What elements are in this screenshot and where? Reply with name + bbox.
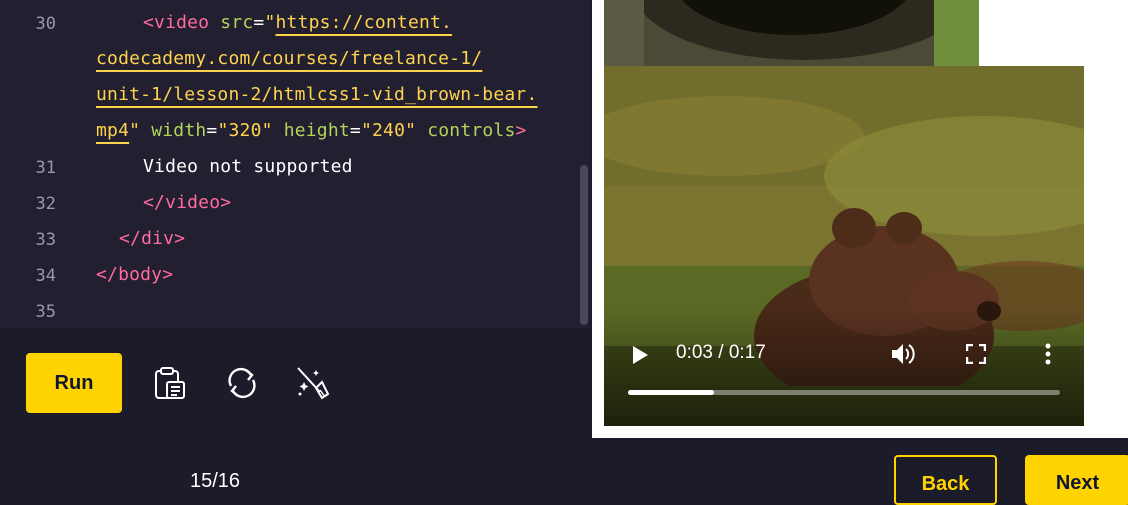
line-number: 34 [35,266,56,286]
code-line-30-b: codecademy.com/courses/freelance-1/ [96,48,482,69]
url-segment-2[interactable]: codecademy.com/courses/freelance-1/ [96,48,482,69]
video-time: 0:03 / 0:17 [676,342,766,363]
code-line-30-d: mp4" width="320" height="240" controls> [96,120,527,141]
line-number: 33 [35,230,56,250]
tag-close-bracket: > [515,120,527,141]
line-number: 32 [35,194,56,214]
browser-preview: 0:03 / 0:17 [592,0,1128,438]
next-button[interactable]: Next [1025,455,1128,505]
code-line-31: Video not supported [143,156,353,177]
div-close-tag: </div> [119,228,186,249]
run-button[interactable]: Run [26,353,122,413]
quote-open: " [264,12,276,33]
fallback-text: Video not supported [143,156,353,177]
fullscreen-icon[interactable] [966,344,986,364]
video-close-tag: </video> [143,192,232,213]
url-segment-4[interactable]: mp4 [96,120,129,141]
video-open-tag: <video [143,12,210,33]
line-number: 31 [35,158,56,178]
src-attr: src [220,12,254,33]
controls-overlay [604,306,1084,426]
line-number: 30 [35,14,56,34]
code-line-30-a: <video src="https://content. [143,12,452,33]
code-line-32: </video> [143,192,231,213]
height-attr: height [283,120,350,141]
clipboard-icon[interactable] [150,364,188,402]
editor-toolbar: Run [0,328,590,438]
width-value: "320" [217,120,273,141]
code-line-34: </body> [96,264,173,285]
magic-wand-icon[interactable] [294,364,332,402]
bear-image [604,0,979,66]
back-button[interactable]: Back [894,455,997,505]
volume-icon[interactable] [890,342,916,366]
play-icon[interactable] [630,344,650,366]
equals-sign: = [206,120,218,141]
body-close-tag: </body> [96,264,174,285]
url-segment-3[interactable]: unit-1/lesson-2/htmlcss1-vid_brown-bear. [96,84,537,105]
quote-close: " [129,120,141,141]
code-editor[interactable]: 30 31 32 33 34 35 <video src="https://co… [0,0,590,328]
code-line-33: </div> [119,228,185,249]
url-segment-1[interactable]: https://content. [276,12,453,33]
line-number: 35 [35,302,56,322]
controls-attr: controls [427,120,516,141]
video-progress-bar[interactable] [628,390,1060,395]
height-value: "240" [360,120,417,141]
video-progress-fill [628,390,715,395]
equals-sign: = [253,12,265,33]
refresh-icon[interactable] [223,364,261,402]
editor-scrollbar[interactable] [580,165,588,325]
equals-sign: = [349,120,361,141]
width-attr: width [151,120,207,141]
more-icon[interactable] [1042,343,1054,365]
code-line-30-c: unit-1/lesson-2/htmlcss1-vid_brown-bear. [96,84,537,105]
video-player[interactable]: 0:03 / 0:17 [604,66,1084,426]
